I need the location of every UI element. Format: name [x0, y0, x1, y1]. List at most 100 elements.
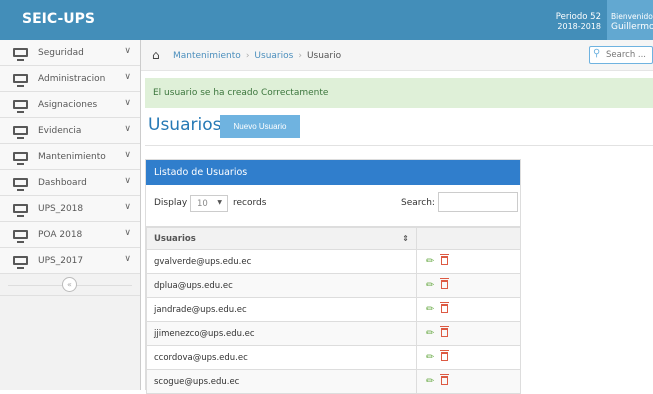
breadcrumb-separator: ›: [245, 51, 250, 61]
periodo-label: Periodo 52: [555, 12, 601, 22]
breadcrumb: Mantenimiento › Usuarios › Usuario: [173, 51, 341, 61]
row-actions: ✏: [416, 249, 521, 274]
breadcrumb-bar: ⌂ Mantenimiento › Usuarios › Usuario ⚲: [141, 40, 653, 71]
delete-trash-icon[interactable]: [440, 278, 450, 289]
row-actions: ✏: [416, 297, 521, 322]
sidebar-item-label: Dashboard: [38, 178, 87, 188]
top-navbar: SEIC-UPS Periodo 52 2018-2018 Bienvenido…: [0, 0, 653, 40]
monitor-icon: [13, 126, 28, 139]
user-name: Guillermo: [611, 22, 653, 32]
sidebar-item-administracion[interactable]: Administracion ∨: [0, 66, 140, 92]
sort-icon: ⇕: [402, 233, 409, 243]
edit-pencil-icon[interactable]: ✏: [426, 376, 434, 387]
sidebar-item-label: Administracion: [38, 74, 106, 84]
user-email: gvalverde@ups.edu.ec: [146, 249, 417, 274]
table-search-input[interactable]: [438, 192, 518, 212]
display-label: Display: [154, 198, 188, 208]
delete-trash-icon[interactable]: [440, 326, 450, 337]
search-icon: ⚲: [593, 48, 601, 59]
edit-pencil-icon[interactable]: ✏: [426, 328, 434, 339]
table-row: dplua@ups.edu.ec ✏: [146, 273, 521, 298]
sidebar-item-label: Asignaciones: [38, 100, 98, 110]
breadcrumb-current: Usuario: [306, 51, 342, 61]
chevron-down-icon: ∨: [124, 72, 131, 82]
records-label: records: [233, 198, 267, 208]
sidebar-item-asignaciones[interactable]: Asignaciones ∨: [0, 92, 140, 118]
search-input[interactable]: [606, 48, 652, 62]
monitor-icon: [13, 152, 28, 165]
user-email: ccordova@ups.edu.ec: [146, 345, 417, 370]
edit-pencil-icon[interactable]: ✏: [426, 256, 434, 267]
user-email: dplua@ups.edu.ec: [146, 273, 417, 298]
sidebar-item-label: Mantenimiento: [38, 152, 106, 162]
collapse-sidebar-button[interactable]: «: [62, 277, 77, 292]
success-alert: El usuario se ha creado Correctamente: [145, 78, 653, 108]
table-toolbar: Display 10 ▼ records Search:: [146, 185, 520, 227]
caret-down-icon: ▼: [217, 199, 222, 206]
sidebar-item-label: UPS_2018: [38, 204, 84, 214]
column-label: Usuarios: [154, 233, 196, 244]
delete-trash-icon[interactable]: [440, 302, 450, 313]
monitor-icon: [13, 230, 28, 243]
user-email: jjimenezco@ups.edu.ec: [146, 321, 417, 346]
sidebar-item-mantenimiento[interactable]: Mantenimiento ∨: [0, 144, 140, 170]
sidebar: Seguridad ∨ Administracion ∨ Asignacione…: [0, 40, 141, 390]
row-actions: ✏: [416, 321, 521, 346]
chevron-down-icon: ∨: [124, 254, 131, 264]
monitor-icon: [13, 178, 28, 191]
sidebar-item-dashboard[interactable]: Dashboard ∨: [0, 170, 140, 196]
sidebar-item-ups-2017[interactable]: UPS_2017 ∨: [0, 248, 140, 274]
chevron-down-icon: ∨: [124, 202, 131, 212]
sidebar-item-label: POA 2018: [38, 230, 83, 240]
chevron-down-icon: ∨: [124, 98, 131, 108]
users-table: Usuarios ⇕ gvalverde@ups.edu.ec ✏ dplua@u…: [146, 227, 521, 394]
sidebar-item-seguridad[interactable]: Seguridad ∨: [0, 40, 140, 66]
delete-trash-icon[interactable]: [440, 350, 450, 361]
breadcrumb-usuarios[interactable]: Usuarios: [254, 51, 293, 61]
periodo-info: Periodo 52 2018-2018: [556, 0, 605, 40]
brand-logo[interactable]: SEIC-UPS: [22, 11, 95, 27]
periodo-years: 2018-2018: [557, 22, 601, 31]
nav-search: ⚲: [589, 46, 653, 64]
monitor-icon: [13, 74, 28, 87]
breadcrumb-mantenimiento[interactable]: Mantenimiento: [173, 51, 241, 61]
edit-pencil-icon[interactable]: ✏: [426, 304, 434, 315]
sidebar-item-evidencia[interactable]: Evidencia ∨: [0, 118, 140, 144]
sidebar-item-label: Seguridad: [38, 48, 84, 58]
table-row: ccordova@ups.edu.ec ✏: [146, 345, 521, 370]
chevron-down-icon: ∨: [124, 46, 131, 56]
edit-pencil-icon[interactable]: ✏: [426, 352, 434, 363]
column-header-actions: [416, 227, 521, 250]
welcome-label: Bienvenido,: [611, 12, 653, 21]
sidebar-item-ups-2018[interactable]: UPS_2018 ∨: [0, 196, 140, 222]
column-header-usuarios[interactable]: Usuarios ⇕: [146, 227, 417, 250]
breadcrumb-separator: ›: [298, 51, 302, 61]
delete-trash-icon[interactable]: [440, 374, 450, 385]
sidebar-item-poa-2018[interactable]: POA 2018 ∨: [0, 222, 140, 248]
table-row: jjimenezco@ups.edu.ec ✏: [146, 321, 521, 346]
monitor-icon: [13, 48, 28, 61]
table-search-label: Search:: [401, 198, 435, 208]
chevron-down-icon: ∨: [124, 150, 131, 160]
sidebar-item-label: UPS_2017: [38, 256, 84, 266]
chevron-down-icon: ∨: [124, 228, 131, 238]
table-header-row: Usuarios ⇕: [146, 227, 521, 250]
delete-trash-icon[interactable]: [440, 254, 450, 265]
page-size-select[interactable]: 10 ▼: [190, 195, 228, 212]
widget-title: Listado de Usuarios: [146, 160, 520, 185]
user-email: jandrade@ups.edu.ec: [146, 297, 417, 322]
users-widget: Listado de Usuarios Display 10 ▼ records…: [145, 159, 521, 394]
table-row: jandrade@ups.edu.ec ✏: [146, 297, 521, 322]
table-row: gvalverde@ups.edu.ec ✏: [146, 249, 521, 274]
divider: [145, 145, 653, 146]
new-user-button[interactable]: Nuevo Usuario: [220, 115, 300, 138]
monitor-icon: [13, 204, 28, 217]
edit-pencil-icon[interactable]: ✏: [426, 280, 434, 291]
home-icon[interactable]: ⌂: [152, 48, 160, 62]
row-actions: ✏: [416, 273, 521, 298]
monitor-icon: [13, 100, 28, 113]
chevron-down-icon: ∨: [124, 176, 131, 186]
user-menu[interactable]: Bienvenido, Guillermo: [607, 0, 653, 40]
monitor-icon: [13, 256, 28, 269]
sidebar-item-label: Evidencia: [38, 126, 82, 136]
